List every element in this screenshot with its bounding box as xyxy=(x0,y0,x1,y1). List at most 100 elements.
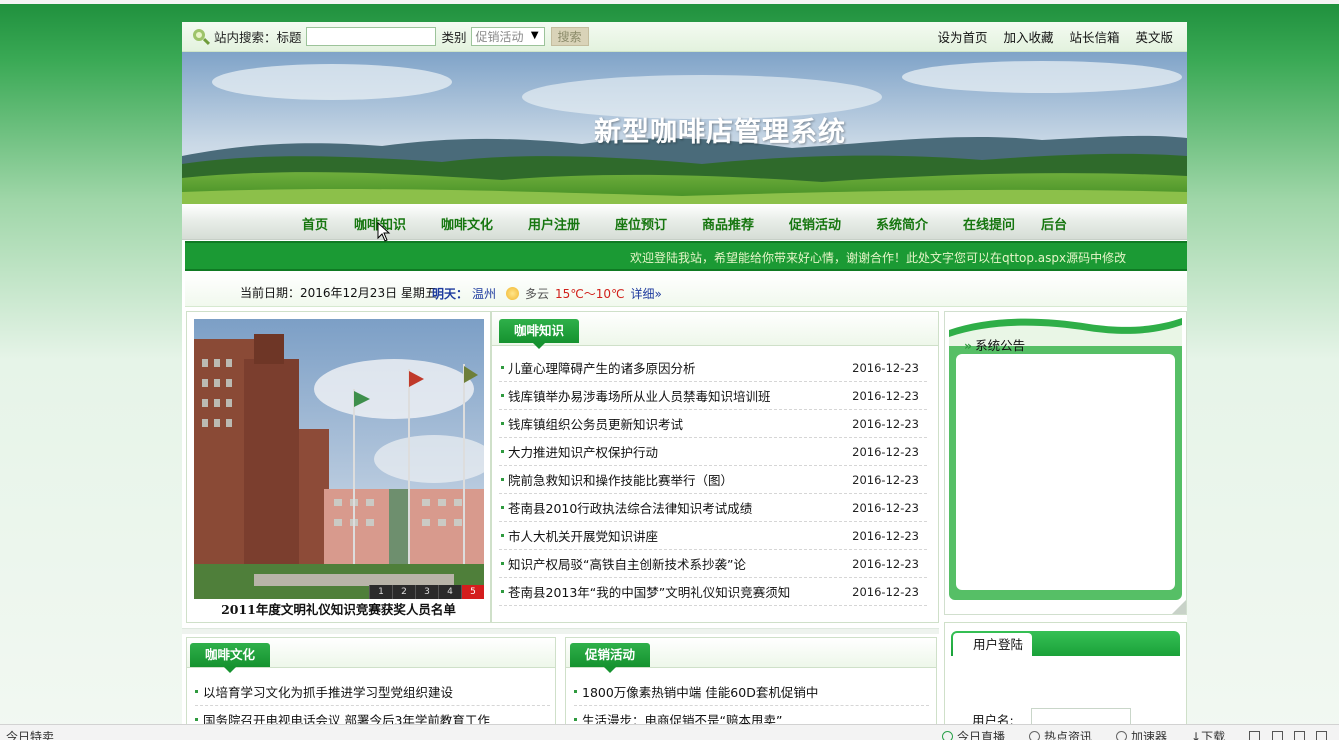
item-title[interactable]: 钱库镇举办易涉毒场所从业人员禁毒知识培训班 xyxy=(508,386,771,405)
nav-products[interactable]: 商品推荐 xyxy=(702,214,754,233)
list-item[interactable]: 儿童心理障碍产生的诸多原因分析 2016-12-23 xyxy=(499,354,927,382)
bullet-icon xyxy=(501,534,504,537)
coffee-knowledge-panel: 咖啡知识 儿童心理障碍产生的诸多原因分析 2016-12-23 钱库镇举办易涉毒场… xyxy=(491,311,939,623)
section-divider xyxy=(182,628,939,634)
list-item[interactable]: 1800万像素热销中端 佳能60D套机促销中 xyxy=(574,678,929,706)
window-controls xyxy=(1249,728,1328,740)
current-date: 当前日期：2016年12月23日 星期五 xyxy=(240,286,437,300)
page-container: 站内搜索：标题 类别 促销活动 ▼ 搜索 设为首页 加入收藏 站长信箱 英文版 xyxy=(182,22,1187,740)
tab-coffee-culture[interactable]: 咖啡文化 xyxy=(190,643,271,673)
featured-photo-panel: 1 2 3 4 5 2011年度文明礼仪知识竞赛获奖人员名单 xyxy=(186,311,491,623)
english-version-link[interactable]: 英文版 xyxy=(1135,27,1173,46)
photo-pager: 1 2 3 4 5 xyxy=(369,585,484,599)
category-selected-value: 促销活动 xyxy=(475,30,524,44)
split-icon[interactable] xyxy=(1294,731,1306,740)
weather-widget: 明天： 温州 多云 15℃～10℃ 详细» xyxy=(432,285,662,302)
nav-coffee-culture[interactable]: 咖啡文化 xyxy=(441,214,493,233)
item-title[interactable]: 知识产权局驳“高铁自主创新技术系抄袭”论 xyxy=(508,554,746,573)
item-title[interactable]: 钱库镇组织公务员更新知识考试 xyxy=(508,414,683,433)
site-title: 新型咖啡店管理系统 xyxy=(594,117,846,148)
add-favorite-link[interactable]: 加入收藏 xyxy=(1003,27,1053,46)
list-item[interactable]: 苍南县2010行政执法综合法律知识考试成绩 2016-12-23 xyxy=(499,494,927,522)
download-icon: ↓ xyxy=(1191,729,1202,740)
nav-promotions[interactable]: 促销活动 xyxy=(789,214,841,233)
item-title[interactable]: 苍南县2013年“我的中国梦”文明礼仪知识竞赛须知 xyxy=(508,582,790,601)
bullet-icon xyxy=(574,718,577,721)
photo-caption[interactable]: 2011年度文明礼仪知识竞赛获奖人员名单 xyxy=(187,599,490,618)
item-title[interactable]: 市人大机关开展党知识讲座 xyxy=(508,526,658,545)
refresh-icon[interactable] xyxy=(1271,731,1283,740)
notice-header: » 系统公告 xyxy=(949,316,1182,353)
list-item[interactable]: 市人大机关开展党知识讲座 2016-12-23 xyxy=(499,522,927,550)
list-item[interactable]: 院前急救知识和操作技能比赛举行（图） 2016-12-23 xyxy=(499,466,927,494)
nav-seat-booking[interactable]: 座位预订 xyxy=(615,214,667,233)
weather-detail-link[interactable]: 详细» xyxy=(631,285,662,302)
list-item[interactable]: 苍南县2013年“我的中国梦”文明礼仪知识竞赛须知 2016-12-23 xyxy=(499,578,927,606)
item-title[interactable]: 1800万像素热销中端 佳能60D套机促销中 xyxy=(582,682,818,701)
nav-admin[interactable]: 后台 xyxy=(1041,214,1067,233)
main-nav: 首页 咖啡知识 咖啡文化 用户注册 座位预订 商品推荐 促销活动 系统简介 在线… xyxy=(182,204,1187,240)
campus-building-image xyxy=(194,319,484,599)
set-homepage-link[interactable]: 设为首页 xyxy=(937,27,987,46)
bullet-icon xyxy=(574,690,577,693)
bullet-icon xyxy=(501,366,504,369)
search-input[interactable] xyxy=(305,27,436,46)
pager-page-4[interactable]: 4 xyxy=(438,585,461,599)
accelerator-label: 加速器 xyxy=(1131,730,1168,740)
tab-user-login[interactable]: 用户登陆 xyxy=(953,633,1032,656)
featured-photo[interactable]: 1 2 3 4 5 xyxy=(194,319,484,599)
quick-links: 设为首页 加入收藏 站长信箱 英文版 xyxy=(921,27,1173,46)
layout-icon[interactable] xyxy=(1249,731,1261,740)
date-weather-bar: 当前日期：2016年12月23日 星期五 明天： 温州 多云 15℃～10℃ 详… xyxy=(185,273,1187,307)
bullet-icon xyxy=(501,450,504,453)
play-icon xyxy=(942,731,953,740)
tab-coffee-knowledge[interactable]: 咖啡知识 xyxy=(499,319,580,349)
mouse-cursor-icon xyxy=(377,222,391,242)
item-date: 2016-12-23 xyxy=(852,416,919,431)
item-title[interactable]: 苍南县2010行政执法综合法律知识考试成绩 xyxy=(508,498,752,517)
nav-online-questions[interactable]: 在线提问 xyxy=(963,214,1015,233)
window-top-edge xyxy=(0,0,1339,4)
volume-icon[interactable] xyxy=(1316,731,1328,740)
search-bar: 站内搜索：标题 类别 促销活动 ▼ 搜索 设为首页 加入收藏 站长信箱 英文版 xyxy=(182,22,1187,52)
bullet-icon xyxy=(501,394,504,397)
pager-page-2[interactable]: 2 xyxy=(392,585,415,599)
list-item[interactable]: 知识产权局驳“高铁自主创新技术系抄袭”论 2016-12-23 xyxy=(499,550,927,578)
bullet-icon xyxy=(195,690,198,693)
accelerator-button[interactable]: 加速器 xyxy=(1116,728,1167,740)
nav-about[interactable]: 系统简介 xyxy=(876,214,928,233)
notice-content xyxy=(956,354,1175,590)
live-stream-button[interactable]: 今日直播 xyxy=(942,728,1005,740)
search-button[interactable]: 搜索 xyxy=(550,27,589,46)
user-login-panel: 用户登陆 用户名: xyxy=(944,622,1187,740)
hot-news-button[interactable]: 热点资讯 xyxy=(1029,728,1092,740)
live-stream-label: 今日直播 xyxy=(957,730,1006,740)
item-title[interactable]: 院前急救知识和操作技能比赛举行（图） xyxy=(508,470,733,489)
list-item[interactable]: 钱库镇组织公务员更新知识考试 2016-12-23 xyxy=(499,410,927,438)
browser-status-bar: 今日特卖 今日直播 热点资讯 加速器 ↓ 下载 xyxy=(0,724,1339,740)
list-item[interactable]: 以培育学习文化为抓手推进学习型党组织建设 xyxy=(195,678,550,706)
daily-deals-link[interactable]: 今日特卖 xyxy=(6,728,54,740)
webmaster-mail-link[interactable]: 站长信箱 xyxy=(1069,27,1119,46)
item-title[interactable]: 儿童心理障碍产生的诸多原因分析 xyxy=(508,358,696,377)
weather-temperature: 15℃～10℃ xyxy=(555,287,625,301)
bullet-icon xyxy=(501,562,504,565)
list-item[interactable]: 钱库镇举办易涉毒场所从业人员禁毒知识培训班 2016-12-23 xyxy=(499,382,927,410)
cloudy-sun-icon xyxy=(506,287,520,300)
list-item[interactable]: 大力推进知识产权保护行动 2016-12-23 xyxy=(499,438,927,466)
tab-strip: 咖啡文化 xyxy=(187,638,555,673)
item-title[interactable]: 以培育学习文化为抓手推进学习型党组织建设 xyxy=(203,682,453,701)
pager-page-3[interactable]: 3 xyxy=(415,585,438,599)
news-icon xyxy=(1029,731,1041,740)
nav-register[interactable]: 用户注册 xyxy=(528,214,580,233)
item-title[interactable]: 大力推进知识产权保护行动 xyxy=(508,442,658,461)
nav-home[interactable]: 首页 xyxy=(302,214,328,233)
pager-page-1[interactable]: 1 xyxy=(369,585,392,599)
tab-promotions[interactable]: 促销活动 xyxy=(570,643,651,673)
pager-page-5[interactable]: 5 xyxy=(461,585,484,599)
download-button[interactable]: ↓ 下载 xyxy=(1191,728,1225,740)
speed-icon xyxy=(1116,731,1128,740)
item-date: 2016-12-23 xyxy=(852,584,919,599)
category-select[interactable]: 促销活动 ▼ xyxy=(470,27,545,46)
system-notice-panel: » 系统公告 xyxy=(944,311,1187,615)
